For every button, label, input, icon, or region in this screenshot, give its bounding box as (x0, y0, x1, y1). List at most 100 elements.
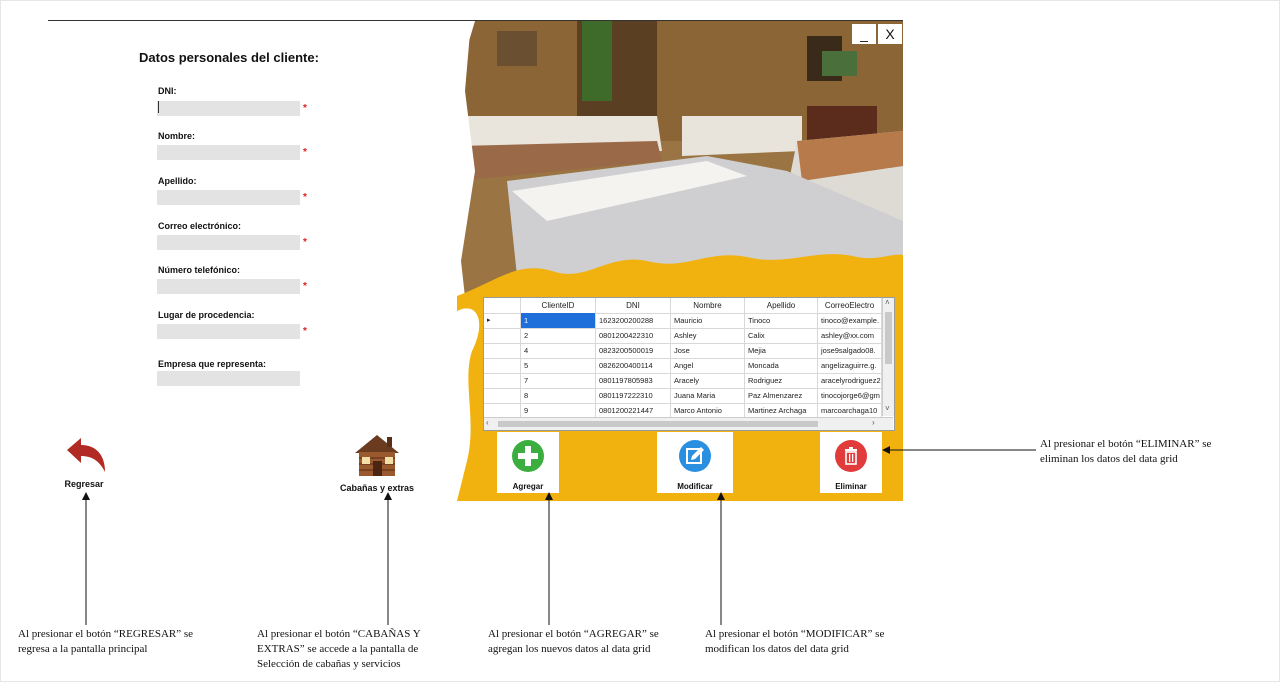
table-row[interactable]: 8 0801197222310 Juana Maria Paz Almenzar… (484, 388, 882, 404)
table-cell[interactable]: 0801200221447 (596, 403, 671, 418)
column-header[interactable]: Apellido (745, 298, 818, 313)
table-cell[interactable]: Mejia (745, 343, 818, 358)
table-cell[interactable]: 7 (521, 373, 596, 388)
row-header[interactable] (484, 328, 521, 343)
required-mark: * (303, 281, 307, 292)
scroll-up-icon[interactable]: ˄ (885, 298, 890, 307)
note-line: Al presionar el botón “MODIFICAR” se (705, 628, 885, 640)
empresa-field[interactable] (157, 371, 300, 386)
grid-corner-cell (484, 298, 521, 313)
row-selector-arrow-icon: ▸ (484, 313, 521, 328)
column-header[interactable]: DNI (596, 298, 671, 313)
column-header[interactable]: ClienteID (521, 298, 596, 313)
eliminar-button[interactable]: Eliminar (820, 432, 882, 493)
row-header[interactable] (484, 358, 521, 373)
table-cell[interactable]: Jose (671, 343, 745, 358)
table-cell[interactable]: Aracely (671, 373, 745, 388)
column-header[interactable]: CorreoElectro (818, 298, 882, 313)
column-header[interactable]: Nombre (671, 298, 745, 313)
eliminar-note: Al presionar el botón “ELIMINAR” se elim… (1040, 437, 1280, 467)
row-header[interactable] (484, 343, 521, 358)
row-header[interactable] (484, 403, 521, 418)
grid-vertical-scrollbar[interactable]: ˄ ˅ (882, 298, 894, 416)
table-cell[interactable]: marcoarchaga10 (818, 403, 882, 418)
table-cell[interactable]: jose9salgado08. (818, 343, 882, 358)
table-row[interactable]: 4 0823200500019 Jose Mejia jose9salgado0… (484, 343, 882, 359)
table-cell[interactable]: 5 (521, 358, 596, 373)
note-line: regresa a la pantalla principal (18, 643, 148, 655)
agregar-button[interactable]: Agregar (497, 432, 559, 493)
scroll-left-icon[interactable]: ‹ (486, 418, 489, 427)
nombre-field[interactable] (157, 145, 300, 160)
telefono-field[interactable] (157, 279, 300, 294)
table-cell[interactable]: 0801200422310 (596, 328, 671, 343)
row-header[interactable] (484, 388, 521, 403)
required-mark: * (303, 103, 307, 114)
table-cell[interactable]: tinocojorge6@gm (818, 388, 882, 403)
table-cell[interactable]: 9 (521, 403, 596, 418)
table-cell[interactable]: 0823200500019 (596, 343, 671, 358)
minimize-button[interactable]: _ (852, 24, 876, 44)
table-cell[interactable]: Angel (671, 358, 745, 373)
table-cell[interactable]: 1 (521, 313, 596, 328)
table-cell[interactable]: Juana Maria (671, 388, 745, 403)
regresar-label: Regresar (64, 479, 104, 489)
table-cell[interactable]: Rodriguez (745, 373, 818, 388)
row-header[interactable] (484, 373, 521, 388)
table-row[interactable]: 7 0801197805983 Aracely Rodriguez aracel… (484, 373, 882, 389)
scroll-right-icon[interactable]: › (872, 418, 875, 427)
table-cell[interactable]: Ashley (671, 328, 745, 343)
apellido-field[interactable] (157, 190, 300, 205)
correo-field[interactable] (157, 235, 300, 250)
procedencia-label: Lugar de procedencia: (158, 310, 255, 320)
table-row[interactable]: 9 0801200221447 Marco Antonio Martinez A… (484, 403, 882, 418)
table-cell[interactable]: 4 (521, 343, 596, 358)
table-cell[interactable]: Calix (745, 328, 818, 343)
close-button[interactable]: X (878, 24, 902, 44)
regresar-button[interactable]: Regresar (52, 436, 116, 489)
table-cell[interactable]: Paz Almenzarez (745, 388, 818, 403)
table-cell[interactable]: angelizaguirre.g. (818, 358, 882, 373)
cabanas-label: Cabañas y extras (339, 483, 415, 493)
cabanas-note: Al presionar el botón “CABAÑAS Y EXTRAS”… (257, 627, 482, 672)
table-cell[interactable]: aracelyrodriguez2 (818, 373, 882, 388)
cabin-icon (355, 435, 399, 476)
table-cell[interactable]: Martinez Archaga (745, 403, 818, 418)
agregar-label: Agregar (512, 482, 544, 491)
modificar-button[interactable]: Modificar (657, 432, 733, 493)
grid-horizontal-scrollbar[interactable]: ‹ › (484, 417, 893, 430)
table-cell[interactable]: ashley@xx.com (818, 328, 882, 343)
table-cell[interactable]: 0826200400114 (596, 358, 671, 373)
table-cell[interactable]: 1623200200288 (596, 313, 671, 328)
modificar-note: Al presionar el botón “MODIFICAR” se mod… (705, 627, 945, 657)
cabanas-button[interactable]: Cabañas y extras (326, 433, 428, 493)
dni-label: DNI: (158, 86, 177, 96)
apellido-label: Apellido: (158, 176, 197, 186)
note-line: Al presionar el botón “REGRESAR” se (18, 628, 194, 640)
table-cell[interactable]: 2 (521, 328, 596, 343)
agregar-note: Al presionar el botón “AGREGAR” se agreg… (488, 627, 708, 657)
table-cell[interactable]: 0801197805983 (596, 373, 671, 388)
clients-data-grid[interactable]: ClienteID DNI Nombre Apellido CorreoElec… (483, 297, 895, 431)
grid-header-row: ClienteID DNI Nombre Apellido CorreoElec… (484, 298, 882, 314)
table-cell[interactable]: Moncada (745, 358, 818, 373)
table-row[interactable]: ▸ 1 1623200200288 Mauricio Tinoco tinoco… (484, 313, 882, 329)
table-cell[interactable]: tinoco@example. (818, 313, 882, 328)
regresar-note: Al presionar el botón “REGRESAR” se regr… (18, 627, 248, 657)
correo-label: Correo electrónico: (158, 221, 242, 231)
table-cell[interactable]: 0801197222310 (596, 388, 671, 403)
table-row[interactable]: 2 0801200422310 Ashley Calix ashley@xx.c… (484, 328, 882, 344)
table-row[interactable]: 5 0826200400114 Angel Moncada angelizagu… (484, 358, 882, 374)
back-arrow-icon (67, 438, 105, 472)
procedencia-field[interactable] (157, 324, 300, 339)
table-cell[interactable]: Mauricio (671, 313, 745, 328)
scroll-down-icon[interactable]: ˅ (885, 404, 890, 413)
table-cell[interactable]: Tinoco (745, 313, 818, 328)
table-cell[interactable]: Marco Antonio (671, 403, 745, 418)
vertical-scroll-thumb[interactable] (885, 312, 892, 364)
table-cell[interactable]: 8 (521, 388, 596, 403)
horizontal-scroll-thumb[interactable] (498, 421, 818, 427)
dni-field[interactable] (157, 101, 300, 116)
note-line: agregan los nuevos datos al data grid (488, 643, 651, 655)
note-line: modifican los datos del data grid (705, 643, 849, 655)
